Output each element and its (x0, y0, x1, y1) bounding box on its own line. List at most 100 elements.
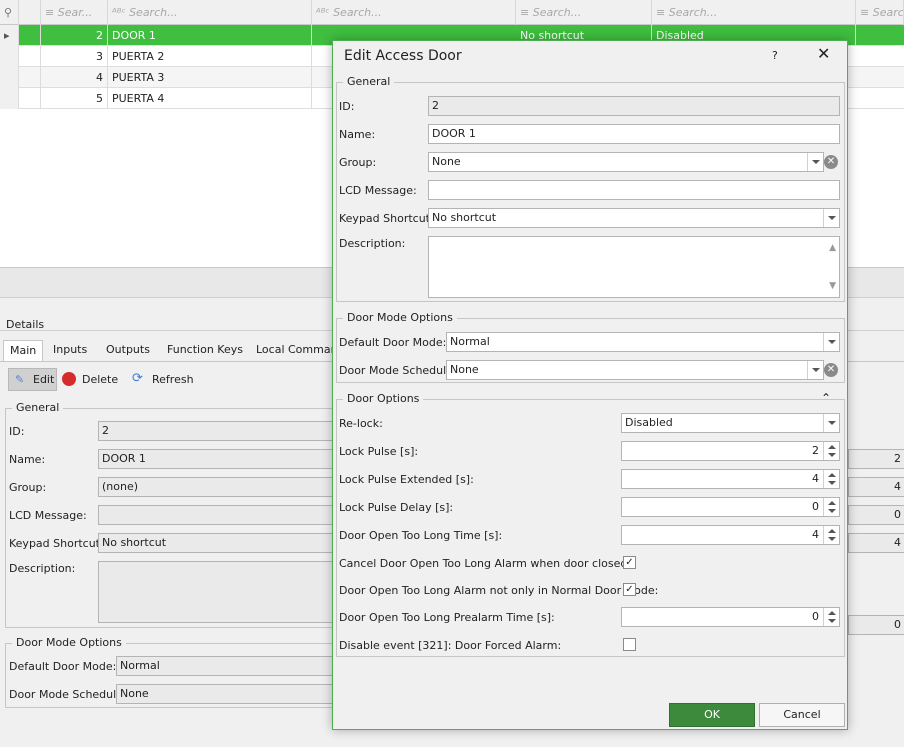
lock-pulse-delay-spinner[interactable]: 0 (621, 497, 840, 517)
row-indicator (0, 88, 19, 109)
group-dropdown[interactable]: None (428, 152, 824, 172)
tab-outputs[interactable]: Outputs (100, 340, 156, 362)
clear-icon[interactable]: ✕ (824, 155, 838, 169)
details-name-label: Name: (9, 453, 46, 466)
help-icon[interactable]: ? (772, 49, 778, 62)
description-label: Description: (339, 237, 406, 250)
search-cell-name[interactable]: ᴬᴮᶜ Search... (108, 0, 312, 25)
schedule-label: Door Mode Schedule: (339, 364, 457, 377)
spinner-icon[interactable] (823, 470, 839, 488)
tab-main[interactable]: Main (3, 340, 44, 362)
search-shortcut-placeholder: Search... (532, 6, 582, 19)
edit-label: Edit (33, 373, 55, 386)
delete-button[interactable]: Delete (62, 368, 120, 391)
details-right-value: 4 (848, 477, 904, 497)
refresh-icon: ⟳ (132, 371, 143, 386)
details-lcd-label: LCD Message: (9, 509, 87, 522)
name-field[interactable]: DOOR 1 (428, 124, 840, 144)
scroll-down-icon[interactable]: ▼ (829, 277, 836, 295)
dialog-title: Edit Access Door (344, 48, 462, 64)
chevron-down-icon[interactable] (823, 414, 839, 432)
id-label: ID: (339, 100, 355, 113)
name-label: Name: (339, 128, 376, 141)
open-too-long-value: 4 (812, 528, 819, 541)
lock-pulse-delay-label: Lock Pulse Delay [s]: (339, 501, 454, 514)
relock-label: Re-lock: (339, 417, 383, 430)
details-right-value: 0 (848, 505, 904, 525)
details-keypad-label: Keypad Shortcut: (9, 537, 104, 550)
spinner-icon[interactable] (823, 526, 839, 544)
tab-function-keys[interactable]: Function Keys (161, 340, 249, 362)
row-name: PUERTA 3 (108, 67, 312, 88)
ok-button[interactable]: OK (669, 703, 755, 727)
row-id: 2 (41, 25, 108, 46)
cancel-alarm-checkbox[interactable]: ✓ (623, 556, 636, 569)
pencil-icon: ✎ (15, 373, 25, 386)
collapse-icon[interactable]: ⌃ (821, 391, 831, 405)
lcd-label: LCD Message: (339, 184, 417, 197)
id-field: 2 (428, 96, 840, 116)
chevron-down-icon[interactable] (823, 209, 839, 227)
row-indicator-icon: ▸ (0, 25, 19, 46)
dialog-door-mode-title: Door Mode Options (343, 311, 457, 325)
lock-pulse-delay-value: 0 (812, 500, 819, 513)
lock-pulse-spinner[interactable]: 2 (621, 441, 840, 461)
prealarm-spinner[interactable]: 0 (621, 607, 840, 627)
details-default-mode-label: Default Door Mode: (9, 660, 117, 673)
description-field[interactable]: ▲ ▼ (428, 236, 840, 298)
search-name-placeholder: Search... (129, 6, 178, 19)
lock-pulse-extended-spinner[interactable]: 4 (621, 469, 840, 489)
spinner-icon[interactable] (823, 442, 839, 460)
not-only-normal-label: Door Open Too Long Alarm not only in Nor… (339, 584, 659, 597)
row-indicator (0, 67, 19, 88)
chevron-down-icon[interactable] (807, 153, 823, 171)
search-cell-id[interactable]: ≡ Sear... (41, 0, 108, 25)
search-cell-extra[interactable]: ≡ Searc (856, 0, 904, 25)
spinner-icon[interactable] (823, 608, 839, 626)
delete-icon (62, 372, 76, 386)
clear-icon[interactable]: ✕ (824, 363, 838, 377)
prealarm-label: Door Open Too Long Prealarm Time [s]: (339, 611, 555, 624)
cancel-alarm-label: Cancel Door Open Too Long Alarm when doo… (339, 557, 632, 570)
dialog-door-options-title: Door Options (343, 392, 424, 406)
tab-inputs[interactable]: Inputs (47, 340, 93, 362)
open-too-long-label: Door Open Too Long Time [s]: (339, 529, 503, 542)
keypad-shortcut-dropdown[interactable]: No shortcut (428, 208, 840, 228)
group-label: Group: (339, 156, 377, 169)
not-only-normal-checkbox[interactable]: ✓ (623, 583, 636, 596)
cancel-button[interactable]: Cancel (759, 703, 845, 727)
disable-event-checkbox[interactable] (623, 638, 636, 651)
chevron-down-icon[interactable] (823, 333, 839, 351)
search-cell-group[interactable]: ᴬᴮᶜ Search... (312, 0, 516, 25)
default-door-mode-dropdown[interactable]: Normal (446, 332, 840, 352)
chevron-down-icon[interactable] (807, 361, 823, 379)
keypad-label: Keypad Shortcut: (339, 212, 434, 225)
row-cell (19, 46, 41, 67)
search-id-placeholder: Sear... (57, 6, 93, 19)
default-mode-label: Default Door Mode: (339, 336, 447, 349)
relock-dropdown[interactable]: Disabled (621, 413, 840, 433)
disable-event-label: Disable event [321]: Door Forced Alarm: (339, 639, 562, 652)
search-relock-placeholder: Search... (668, 6, 718, 19)
door-mode-schedule-dropdown[interactable]: None (446, 360, 824, 380)
scroll-up-icon[interactable]: ▲ (829, 239, 836, 257)
row-name: DOOR 1 (108, 25, 312, 46)
lock-pulse-value: 2 (812, 444, 819, 457)
edit-button[interactable]: ✎ Edit (8, 368, 57, 391)
details-right-value: 4 (848, 533, 904, 553)
close-icon[interactable]: ✕ (817, 44, 830, 63)
lcd-message-field[interactable] (428, 180, 840, 200)
row-indicator (0, 46, 19, 67)
open-too-long-spinner[interactable]: 4 (621, 525, 840, 545)
row-cell (19, 25, 41, 46)
grid-indicator-header (19, 0, 41, 25)
details-id-field: 2 (98, 421, 338, 441)
details-right-value: 2 (848, 449, 904, 469)
row-name: PUERTA 2 (108, 46, 312, 67)
search-cell-relock[interactable]: ≡ Search... (652, 0, 856, 25)
search-cell-shortcut[interactable]: ≡ Search... (516, 0, 652, 25)
row-id: 3 (41, 46, 108, 67)
spinner-icon[interactable] (823, 498, 839, 516)
refresh-button[interactable]: ⟳ Refresh (132, 368, 196, 391)
prealarm-value: 0 (812, 610, 819, 623)
